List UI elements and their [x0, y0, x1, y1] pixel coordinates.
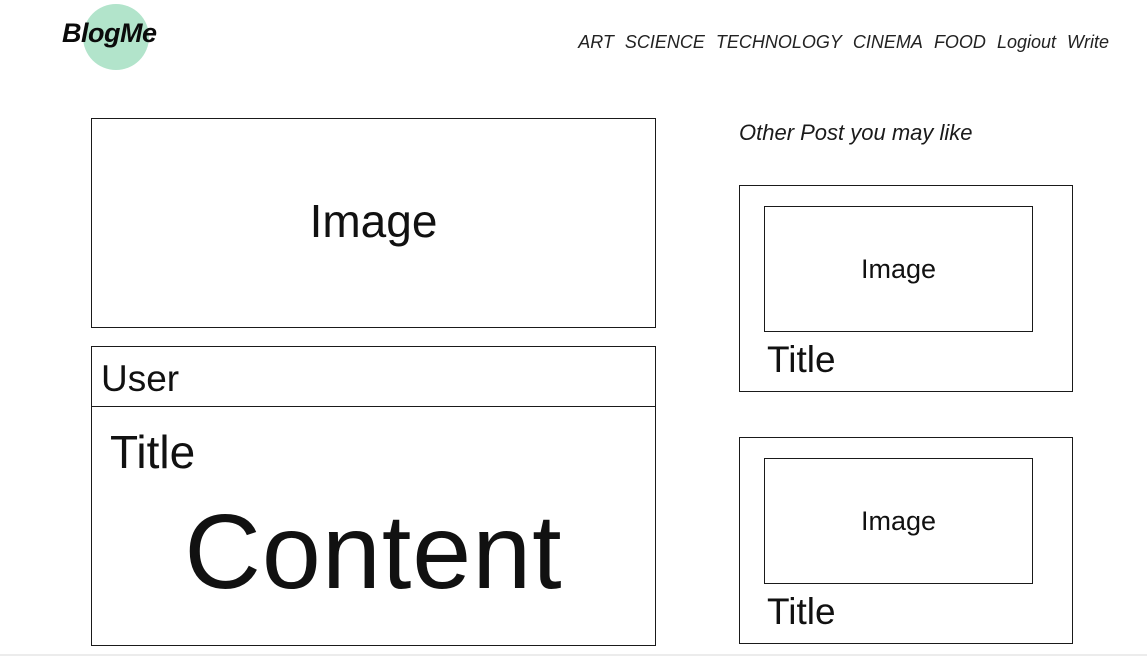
post-user[interactable]: User [101, 359, 179, 399]
related-post-card[interactable]: Image Title [739, 185, 1073, 392]
related-post-card[interactable]: Image Title [739, 437, 1073, 644]
post-user-bar: User [92, 347, 655, 407]
post-image-label: Image [309, 195, 438, 247]
nav-link-science[interactable]: SCIENCE [625, 31, 705, 53]
nav-link-cinema[interactable]: CINEMA [853, 31, 923, 53]
related-post-image-label: Image [860, 505, 937, 536]
nav-link-food[interactable]: FOOD [934, 31, 986, 53]
related-post-image-label: Image [860, 253, 937, 284]
post-content: Content [184, 493, 563, 611]
related-post-title: Title [767, 591, 836, 632]
nav-link-technology[interactable]: TECHNOLOGY [716, 31, 842, 53]
logo[interactable]: BlogMe [62, 4, 172, 72]
nav-link-write[interactable]: Write [1067, 31, 1109, 53]
nav-link-logout[interactable]: Logiout [997, 31, 1056, 53]
related-post-image: Image [764, 458, 1033, 584]
related-post-image: Image [764, 206, 1033, 332]
logo-text: BlogMe [62, 18, 157, 48]
post-image: Image [91, 118, 656, 328]
nav-link-art[interactable]: ART [578, 31, 614, 53]
related-post-title: Title [767, 339, 836, 380]
sidebar-heading: Other Post you may like [739, 120, 973, 145]
post-title: Title [110, 426, 196, 478]
main-nav: ART SCIENCE TECHNOLOGY CINEMA FOOD Logio… [578, 31, 1109, 53]
post-card: User Title Content [91, 346, 656, 646]
